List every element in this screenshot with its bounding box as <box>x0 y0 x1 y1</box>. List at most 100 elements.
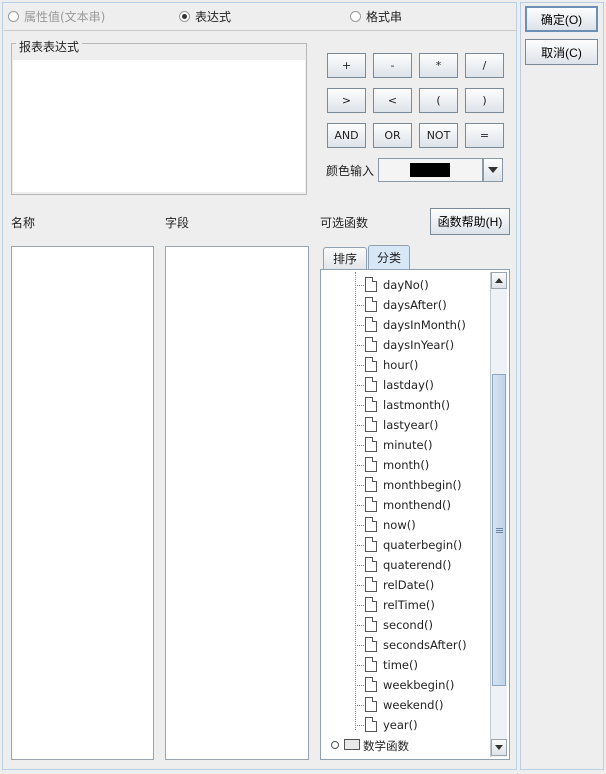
function-tree-item[interactable]: now() <box>323 515 490 535</box>
mode-radio-expression[interactable]: 表达式 <box>179 8 231 24</box>
document-icon <box>365 497 377 512</box>
document-icon <box>365 617 377 632</box>
field-column-label: 字段 <box>165 216 190 230</box>
document-icon <box>365 637 377 652</box>
function-tree-item[interactable]: weekend() <box>323 695 490 715</box>
divider <box>4 30 516 31</box>
mode-radio-format[interactable]: 格式串 <box>350 8 402 24</box>
button-panel <box>520 2 604 770</box>
chevron-down-icon <box>495 745 503 750</box>
function-tree-item[interactable]: lastday() <box>323 375 490 395</box>
color-input-label: 颜色输入 <box>326 164 375 178</box>
field-list[interactable] <box>165 246 309 760</box>
function-tree-item[interactable]: quaterend() <box>323 555 490 575</box>
operator-plus-button[interactable]: + <box>327 53 366 78</box>
tree-branch-line <box>355 725 364 726</box>
operator-or-button[interactable]: OR <box>373 123 412 148</box>
document-icon <box>365 517 377 532</box>
expand-icon[interactable] <box>331 741 339 749</box>
scroll-up-button[interactable] <box>491 272 507 289</box>
function-tree-item[interactable]: monthend() <box>323 495 490 515</box>
tree-branch-line <box>355 525 364 526</box>
function-name: quaterend() <box>383 558 452 572</box>
function-tree-item[interactable]: quaterbegin() <box>323 535 490 555</box>
document-icon <box>365 697 377 712</box>
function-help-button[interactable]: 函数帮助(H) <box>430 208 510 235</box>
functions-label: 可选函数 <box>320 216 369 230</box>
tree-branch-line <box>355 485 364 486</box>
function-name: secondsAfter() <box>383 638 467 652</box>
document-icon <box>365 277 377 292</box>
document-icon <box>365 377 377 392</box>
function-tree-item[interactable]: hour() <box>323 355 490 375</box>
operator-greater-button[interactable]: > <box>327 88 366 113</box>
tree-branch-line <box>355 645 364 646</box>
function-tree-item[interactable]: monthbegin() <box>323 475 490 495</box>
tab-sort[interactable]: 排序 <box>323 247 367 269</box>
operator-equals-button[interactable]: = <box>465 123 504 148</box>
function-name: dayNo() <box>383 278 429 292</box>
tree-category-math[interactable]: 数学函数 <box>323 735 490 755</box>
function-tree-item[interactable]: dayNo() <box>323 275 490 295</box>
function-tree-item[interactable]: month() <box>323 455 490 475</box>
mode-radio-attribute[interactable]: 属性值(文本串) <box>8 8 105 24</box>
tab-category[interactable]: 分类 <box>368 245 410 269</box>
function-tree-item[interactable]: daysAfter() <box>323 295 490 315</box>
grip-icon <box>495 527 503 533</box>
tree-scrollbar[interactable] <box>490 272 507 757</box>
function-name: daysAfter() <box>383 298 447 312</box>
expression-input[interactable] <box>13 60 305 192</box>
tree-branch-line <box>355 685 364 686</box>
function-tree[interactable]: dayNo() daysAfter() daysInMonth() daysInYea… <box>323 272 490 757</box>
scroll-down-button[interactable] <box>491 739 507 756</box>
function-name: year() <box>383 718 418 732</box>
function-name: weekend() <box>383 698 444 712</box>
document-icon <box>365 357 377 372</box>
operator-minus-button[interactable]: - <box>373 53 412 78</box>
expression-group-title: 报表表达式 <box>16 38 83 55</box>
operator-less-button[interactable]: < <box>373 88 412 113</box>
function-name: daysInMonth() <box>383 318 466 332</box>
operator-multiply-button[interactable]: * <box>419 53 458 78</box>
document-icon <box>365 337 377 352</box>
tree-branch-line <box>355 445 364 446</box>
operator-divide-button[interactable]: / <box>465 53 504 78</box>
tree-branch-line <box>355 625 364 626</box>
operator-not-button[interactable]: NOT <box>419 123 458 148</box>
function-tree-item[interactable]: daysInMonth() <box>323 315 490 335</box>
function-tree-item[interactable]: time() <box>323 655 490 675</box>
function-tree-item[interactable]: lastyear() <box>323 415 490 435</box>
tree-branch-line <box>355 385 364 386</box>
function-name: now() <box>383 518 416 532</box>
tree-branch-line <box>355 365 364 366</box>
tree-branch-line <box>355 405 364 406</box>
document-icon <box>365 677 377 692</box>
function-name: daysInYear() <box>383 338 455 352</box>
function-tree-item[interactable]: daysInYear() <box>323 335 490 355</box>
function-name: minute() <box>383 438 433 452</box>
name-list[interactable] <box>11 246 154 760</box>
cancel-button[interactable]: 取消(C) <box>525 39 598 65</box>
function-tree-item[interactable]: weekbegin() <box>323 675 490 695</box>
tree-branch-line <box>355 665 364 666</box>
function-name: weekbegin() <box>383 678 455 692</box>
function-name: lastmonth() <box>383 398 451 412</box>
operator-lparen-button[interactable]: ( <box>419 88 458 113</box>
color-swatch <box>410 163 450 177</box>
document-icon <box>365 537 377 552</box>
function-tree-item[interactable]: second() <box>323 615 490 635</box>
function-tree-item[interactable]: year() <box>323 715 490 735</box>
ok-button[interactable]: 确定(O) <box>525 6 598 32</box>
mode-radio-label: 属性值(文本串) <box>24 9 106 24</box>
operator-rparen-button[interactable]: ) <box>465 88 504 113</box>
function-tree-item[interactable]: lastmonth() <box>323 395 490 415</box>
operator-and-button[interactable]: AND <box>327 123 366 148</box>
function-tree-item[interactable]: secondsAfter() <box>323 635 490 655</box>
scroll-thumb[interactable] <box>492 374 506 686</box>
function-tree-item[interactable]: relTime() <box>323 595 490 615</box>
function-tree-item[interactable]: relDate() <box>323 575 490 595</box>
function-tree-item[interactable]: minute() <box>323 435 490 455</box>
tree-branch-line <box>355 565 364 566</box>
color-dropdown-button[interactable] <box>483 158 503 182</box>
document-icon <box>365 717 377 732</box>
